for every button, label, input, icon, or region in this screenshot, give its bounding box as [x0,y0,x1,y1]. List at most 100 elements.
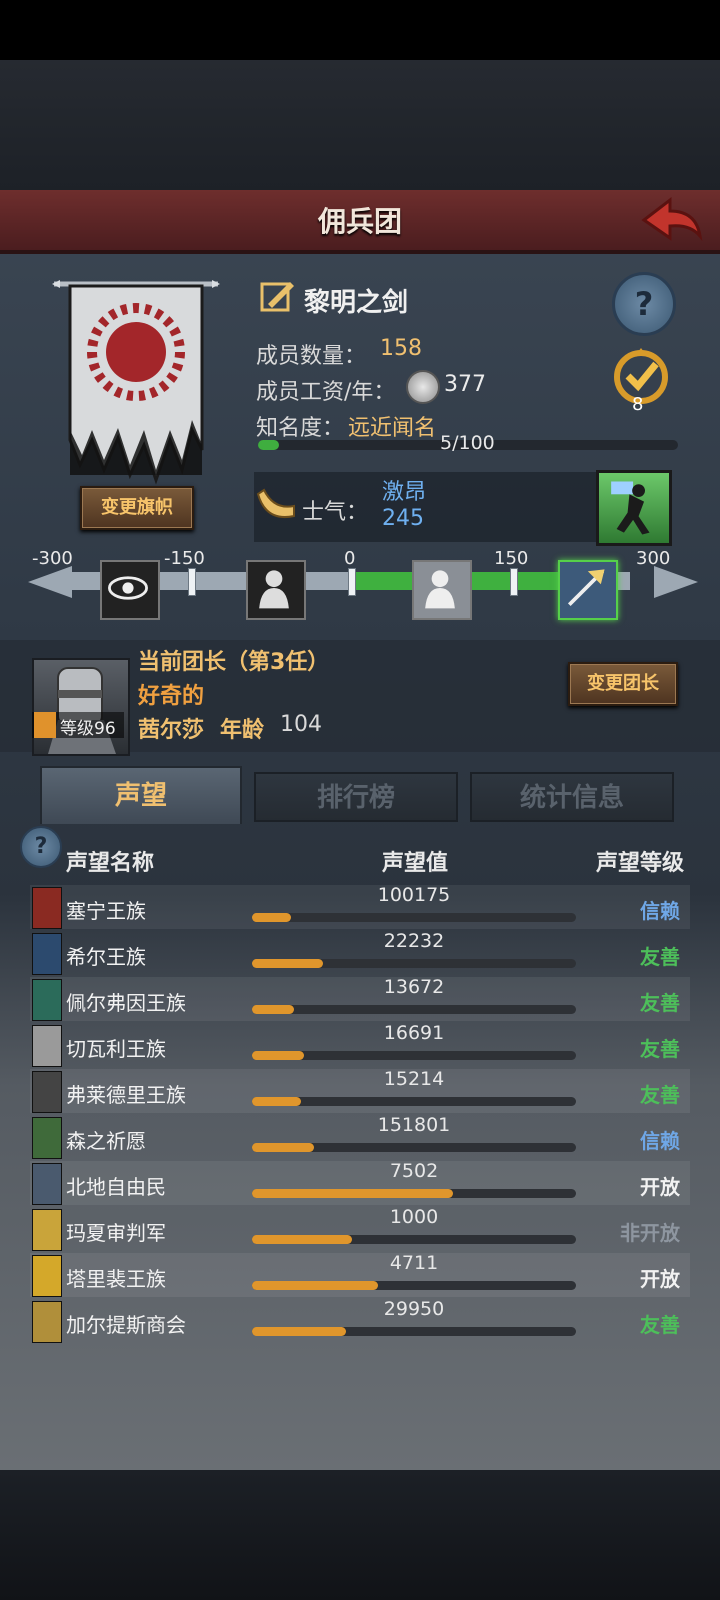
reputation-bar-fill [252,1097,301,1106]
reputation-value: 22232 [383,930,445,952]
morale-neutral-icon[interactable] [412,560,472,620]
fame-progress-text: 5/100 [440,432,495,454]
faction-name: 弗莱德里王族 [66,1083,186,1107]
faction-crest-icon [32,1117,62,1159]
help-icon[interactable]: ? [612,272,676,336]
salary-label: 成员工资/年： [256,380,396,405]
scale-label: 150 [494,548,529,569]
change-leader-button[interactable]: 变更团长 [568,662,678,706]
change-flag-button[interactable]: 变更旗帜 [80,486,194,530]
page-title: 佣兵团 [317,205,402,238]
reputation-bar-fill [252,1051,304,1060]
tab-reputation[interactable]: 声望 [40,766,242,824]
faction-crest-icon [32,887,62,929]
reputation-bar-fill [252,1005,295,1014]
reputation-bar [252,959,576,968]
scale-label: -150 [164,548,205,569]
reputation-value: 29950 [383,1298,445,1320]
back-arrow-icon[interactable] [640,196,704,244]
faction-crest-icon [32,1255,62,1297]
reputation-bar-fill [252,1143,314,1152]
reputation-value: 1000 [389,1206,439,1228]
quill-icon [260,282,294,312]
table-row[interactable]: 佩尔弗因王族 13672 友善 [30,976,690,1021]
tab-statistics[interactable]: 统计信息 [470,772,674,822]
leader-name: 茜尔莎 [138,718,205,743]
faction-crest-icon [32,1071,62,1113]
faction-name: 希尔王族 [66,945,146,969]
morale-value: 245 [382,506,424,531]
scale-label: 300 [636,548,671,569]
faction-name: 塔里裴王族 [66,1267,166,1291]
reputation-help-icon[interactable]: ? [20,826,62,868]
faction-name: 玛夏审判军 [66,1221,166,1245]
fame-value: 远近闻名 [348,416,437,441]
table-row[interactable]: 希尔王族 22232 友善 [30,930,690,975]
reputation-bar [252,1281,576,1290]
faction-name: 切瓦利王族 [66,1037,166,1061]
reputation-bar-fill [252,1235,353,1244]
table-row[interactable]: 切瓦利王族 16691 友善 [30,1022,690,1067]
faction-name: 佩尔弗因王族 [66,991,186,1015]
reputation-bar-fill [252,1327,346,1336]
faction-name: 森之祈愿 [66,1129,146,1153]
title-bar: 佣兵团 [0,190,720,254]
leader-age-label: 年龄 [220,718,265,743]
table-row[interactable]: 塔里裴王族 4711 开放 [30,1252,690,1297]
members-count: 158 [380,336,422,361]
morale-despair-icon[interactable] [100,560,160,620]
reputation-level: 非开放 [620,1221,680,1245]
reputation-value: 4711 [389,1252,439,1274]
reputation-level: 友善 [640,991,680,1015]
leader-age: 104 [280,712,322,737]
faction-crest-icon [32,1301,62,1343]
leader-portrait[interactable] [32,658,130,756]
badge-count: 8 [632,394,644,415]
scale-tick [188,568,196,596]
top-backdrop [0,60,720,190]
col-header-name: 声望名称 [66,851,155,876]
leader-level-badge: 等级96 [32,712,124,739]
col-header-value: 声望值 [382,851,449,876]
scale-label: 0 [344,548,356,569]
reputation-bar-fill [252,1189,453,1198]
tab-leaderboard[interactable]: 排行榜 [254,772,458,822]
morale-high-icon[interactable] [596,470,672,546]
faction-name: 塞宁王族 [66,899,146,923]
leader-title: 当前团长（第3任） [138,650,330,675]
salary-value: 377 [444,372,486,397]
faction-crest-icon [32,1025,62,1067]
table-row[interactable]: 塞宁王族 100175 信赖 [30,884,690,929]
reputation-bar [252,1005,576,1014]
morale-inspired-icon[interactable] [558,560,618,620]
reputation-level: 信赖 [640,899,680,923]
reputation-bar [252,1327,576,1336]
faction-name: 北地自由民 [66,1175,166,1199]
morale-low-icon[interactable] [246,560,306,620]
table-row[interactable]: 森之祈愿 151801 信赖 [30,1114,690,1159]
horn-icon [256,488,295,518]
table-row[interactable]: 弗莱德里王族 15214 友善 [30,1068,690,1113]
reputation-level: 友善 [640,1037,680,1061]
reputation-level: 友善 [640,1083,680,1107]
table-row[interactable]: 加尔提斯商会 29950 友善 [30,1298,690,1343]
reputation-value: 13672 [383,976,445,998]
reputation-value: 15214 [383,1068,445,1090]
reputation-level: 开放 [640,1267,680,1291]
table-row[interactable]: 玛夏审判军 1000 非开放 [30,1206,690,1251]
reputation-bar-fill [252,959,324,968]
reputation-level: 友善 [640,945,680,969]
leader-level: 等级96 [60,719,116,739]
table-row[interactable]: 北地自由民 7502 开放 [30,1160,690,1205]
fame-label: 知名度： [256,416,345,441]
silver-coin-icon [406,370,440,404]
reputation-bar [252,1051,576,1060]
reputation-value: 7502 [389,1160,439,1182]
scale-tick [510,568,518,596]
reputation-bar [252,1235,576,1244]
morale-state: 激昂 [382,480,427,505]
level-shield-icon [34,712,56,738]
reputation-value: 151801 [377,1114,451,1136]
faction-crest-icon [32,933,62,975]
leader-trait: 好奇的 [138,684,205,709]
